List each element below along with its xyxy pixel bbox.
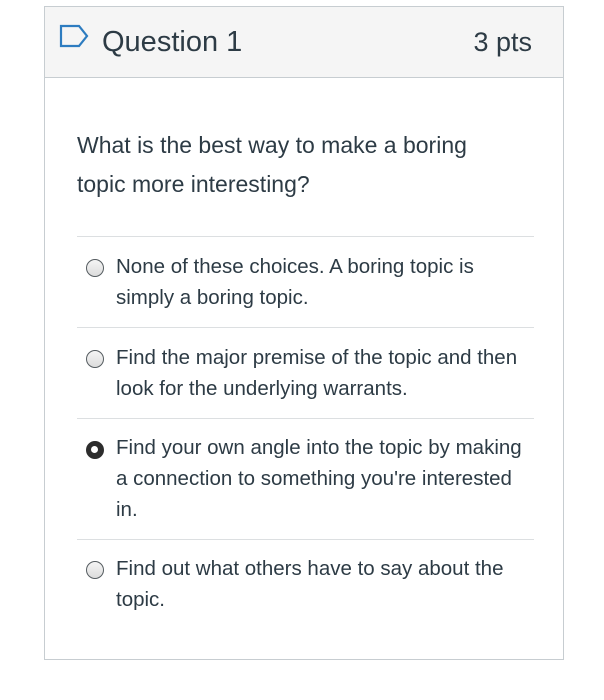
answer-label[interactable]: Find the major premise of the topic and … (116, 342, 526, 404)
radio-button[interactable] (86, 259, 104, 277)
answer-label[interactable]: Find out what others have to say about t… (116, 553, 526, 615)
flag-icon[interactable] (59, 24, 89, 48)
question-header: Question 1 3 pts (45, 7, 563, 78)
question-text: What is the best way to make a boring to… (77, 132, 467, 197)
answer-list: None of these choices. A boring topic is… (77, 236, 534, 630)
radio-button[interactable] (86, 350, 104, 368)
question-card: Question 1 3 pts What is the best way to… (44, 6, 564, 660)
question-points: 3 pts (473, 27, 532, 57)
radio-button[interactable] (86, 561, 104, 579)
answer-label[interactable]: None of these choices. A boring topic is… (116, 251, 526, 313)
answer-option-2[interactable]: Find the major premise of the topic and … (77, 327, 534, 418)
answer-option-1[interactable]: None of these choices. A boring topic is… (77, 236, 534, 327)
question-title: Question 1 (102, 26, 243, 58)
answer-option-4[interactable]: Find out what others have to say about t… (77, 539, 534, 630)
answer-option-3[interactable]: Find your own angle into the topic by ma… (77, 418, 534, 539)
radio-button-selected[interactable] (86, 441, 104, 459)
answer-label[interactable]: Find your own angle into the topic by ma… (116, 432, 526, 525)
